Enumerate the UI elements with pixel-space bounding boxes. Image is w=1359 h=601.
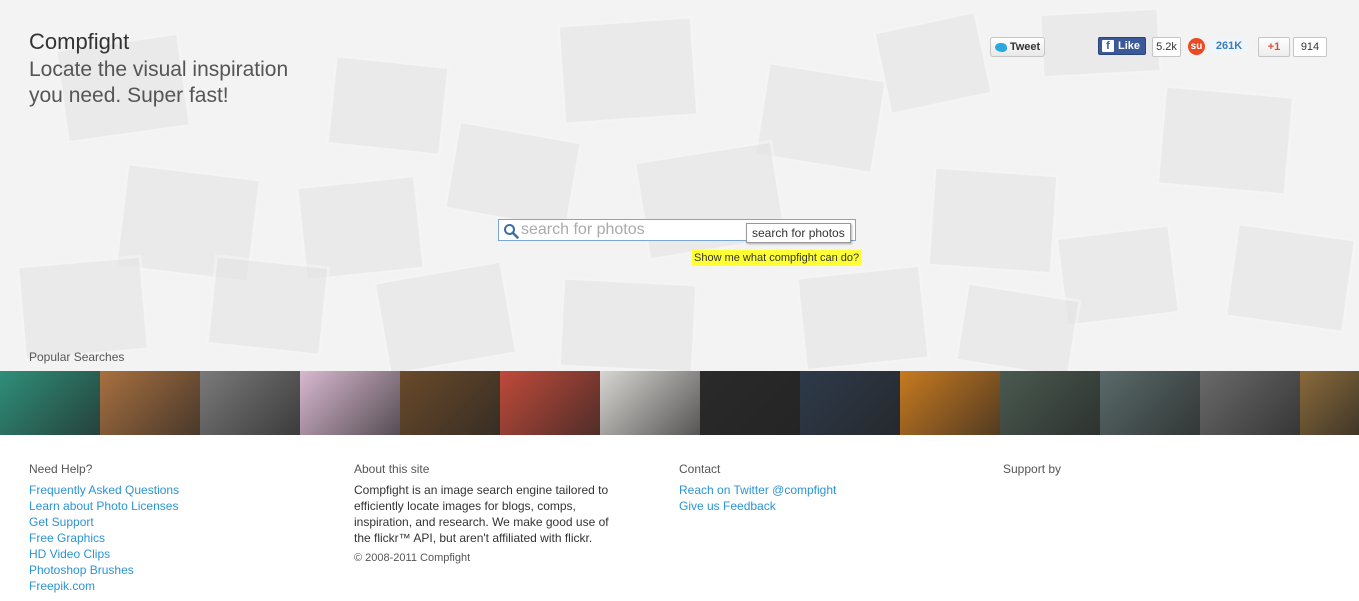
- footer-about-column: About this site Compfight is an image se…: [354, 462, 619, 566]
- popular-search-thumbnail[interactable]: [700, 371, 800, 435]
- popular-search-thumbnail[interactable]: [800, 371, 900, 435]
- popular-search-thumbnail[interactable]: [600, 371, 700, 435]
- feedback-link[interactable]: Give us Feedback: [679, 498, 836, 514]
- popular-search-thumbnail[interactable]: [100, 371, 200, 435]
- facebook-like-button[interactable]: f Like: [1098, 37, 1146, 55]
- tweet-label: Tweet: [1009, 41, 1041, 53]
- about-title: About this site: [354, 462, 430, 476]
- stumbleupon-count: 261K: [1208, 38, 1250, 54]
- tweet-button[interactable]: Tweet: [990, 37, 1045, 57]
- search-icon: [504, 224, 519, 239]
- free-graphics-link[interactable]: Free Graphics: [29, 530, 179, 546]
- footer-help-column: Need Help? Frequently Asked Questions Le…: [29, 462, 179, 594]
- faq-link[interactable]: Frequently Asked Questions: [29, 482, 179, 498]
- fb-like-count: 5.2k: [1152, 37, 1181, 57]
- get-support-link[interactable]: Get Support: [29, 514, 179, 530]
- search-tooltip: search for photos: [746, 223, 851, 243]
- popular-search-thumbnail[interactable]: [200, 371, 300, 435]
- footer-support-column: Support by: [1003, 462, 1061, 482]
- popular-searches-strip: [0, 371, 1359, 435]
- google-plus-button[interactable]: +1: [1258, 37, 1290, 57]
- freepik-link[interactable]: Freepik.com: [29, 578, 179, 594]
- photoshop-brushes-link[interactable]: Photoshop Brushes: [29, 562, 179, 578]
- popular-search-thumbnail[interactable]: [500, 371, 600, 435]
- gplus-count: 914: [1293, 37, 1327, 57]
- about-text: Compfight is an image search engine tail…: [354, 483, 609, 545]
- footer-contact-column: Contact Reach on Twitter @compfight Give…: [679, 462, 836, 514]
- hd-video-clips-link[interactable]: HD Video Clips: [29, 546, 179, 562]
- popular-search-thumbnail[interactable]: [1300, 371, 1359, 435]
- photo-licenses-link[interactable]: Learn about Photo Licenses: [29, 498, 179, 514]
- copyright: © 2008-2011 Compfight: [354, 552, 471, 564]
- stumbleupon-icon[interactable]: su: [1188, 38, 1205, 55]
- social-buttons: Tweet f Like 5.2k su 261K +1 914: [0, 37, 1359, 59]
- help-title: Need Help?: [29, 462, 93, 476]
- popular-search-thumbnail[interactable]: [400, 371, 500, 435]
- gplus-label: +1: [1267, 41, 1281, 53]
- site-tagline: Locate the visual inspiration you need. …: [29, 58, 289, 107]
- popular-search-thumbnail[interactable]: [0, 371, 100, 435]
- facebook-icon: f: [1102, 40, 1114, 52]
- popular-search-thumbnail[interactable]: [1200, 371, 1300, 435]
- twitter-contact-link[interactable]: Reach on Twitter @compfight: [679, 482, 836, 498]
- popular-search-thumbnail[interactable]: [300, 371, 400, 435]
- support-title: Support by: [1003, 462, 1062, 476]
- popular-searches-label: Popular Searches: [29, 350, 125, 364]
- contact-title: Contact: [679, 462, 721, 476]
- popular-search-thumbnail[interactable]: [1100, 371, 1200, 435]
- fb-like-label: Like: [1118, 40, 1141, 52]
- popular-search-thumbnail[interactable]: [900, 371, 1000, 435]
- popular-search-thumbnail[interactable]: [1000, 371, 1100, 435]
- show-me-link[interactable]: Show me what compfight can do?: [692, 250, 862, 266]
- search-input[interactable]: [521, 221, 741, 239]
- twitter-bird-icon: [994, 42, 1007, 52]
